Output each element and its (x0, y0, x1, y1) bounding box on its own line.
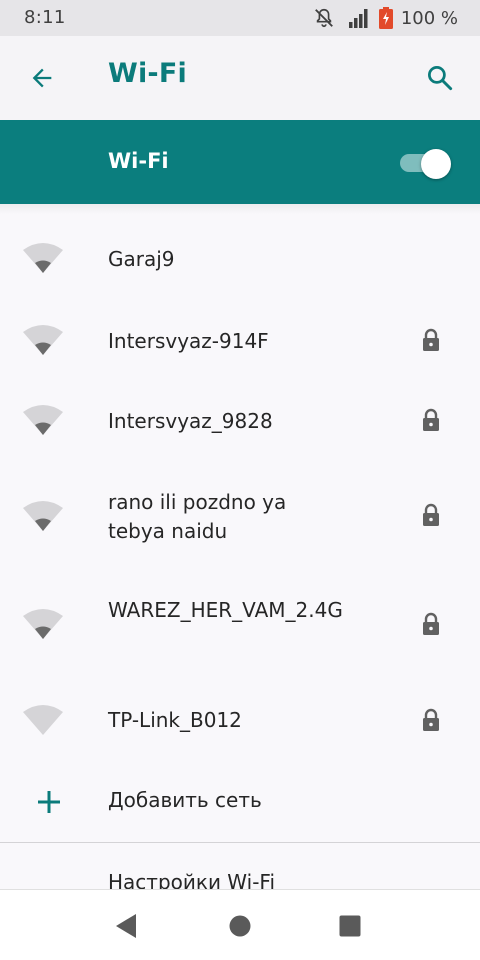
lock-icon (423, 408, 439, 431)
system-nav-bar (0, 889, 480, 960)
search-icon (428, 66, 453, 91)
notifications-off-icon (313, 7, 335, 29)
nav-home-button[interactable] (220, 906, 260, 946)
network-item[interactable]: TP-Link_B012 (0, 680, 480, 764)
lock-icon (423, 503, 439, 526)
network-name: Intersvyaz-914F (108, 329, 269, 353)
add-network-label: Добавить сеть (108, 788, 262, 812)
network-name: Intersvyaz_9828 (108, 409, 273, 433)
battery-percent: 100 % (400, 7, 458, 29)
lock-icon (423, 328, 439, 351)
wifi-signal-icon (23, 705, 63, 735)
page-title: Wi-Fi (108, 58, 187, 89)
status-time: 8:11 (24, 7, 66, 28)
network-item[interactable]: Intersvyaz_9828 (0, 380, 480, 464)
wifi-signal-icon (23, 501, 63, 531)
network-item[interactable]: rano ili pozdno ya tebya naidu (0, 466, 480, 566)
cell-signal-icon (348, 8, 371, 28)
back-triangle-icon (116, 914, 136, 938)
network-name: TP-Link_B012 (108, 708, 242, 732)
network-name: Garaj9 (108, 247, 175, 271)
plus-icon (38, 791, 60, 813)
network-item[interactable]: Garaj9 (0, 216, 480, 304)
network-name: rano ili pozdno ya tebya naidu (108, 490, 287, 543)
lock-icon (423, 612, 439, 635)
lock-icon (423, 708, 439, 731)
network-item[interactable]: WAREZ_HER_VAM_2.4G (0, 574, 480, 676)
wifi-signal-icon (23, 609, 63, 639)
status-icons: 100 % (313, 6, 458, 30)
search-button[interactable] (416, 56, 464, 100)
toggle-thumb (421, 149, 451, 179)
wifi-toggle[interactable] (400, 149, 451, 179)
wifi-preferences-label: Настройки Wi-Fi (108, 870, 276, 889)
nav-back-button[interactable] (106, 906, 146, 946)
wifi-preferences-item[interactable]: Настройки Wi-Fi (0, 843, 480, 889)
wifi-master-switch-bar[interactable]: Wi-Fi (0, 120, 480, 204)
arrow-back-icon (32, 68, 52, 88)
add-network-item[interactable]: Добавить сеть (0, 772, 480, 836)
home-circle-icon (229, 915, 251, 937)
wifi-signal-icon (23, 325, 63, 355)
wifi-master-label: Wi-Fi (108, 149, 169, 173)
network-item[interactable]: Intersvyaz-914F (0, 304, 480, 378)
nav-recents-button[interactable] (330, 906, 370, 946)
back-button[interactable] (18, 56, 66, 100)
wifi-settings-screen: 8:11 100 % Wi-Fi Wi-Fi Garaj9 Intersvyaz… (0, 0, 480, 960)
wifi-signal-icon (23, 243, 63, 273)
status-bar: 8:11 100 % (0, 0, 480, 36)
app-bar: Wi-Fi (0, 36, 480, 120)
recents-square-icon (339, 915, 361, 937)
wifi-signal-icon (23, 405, 63, 435)
divider-shadow (0, 204, 480, 214)
battery-charging-icon (378, 7, 393, 29)
network-name: WAREZ_HER_VAM_2.4G (108, 598, 343, 622)
